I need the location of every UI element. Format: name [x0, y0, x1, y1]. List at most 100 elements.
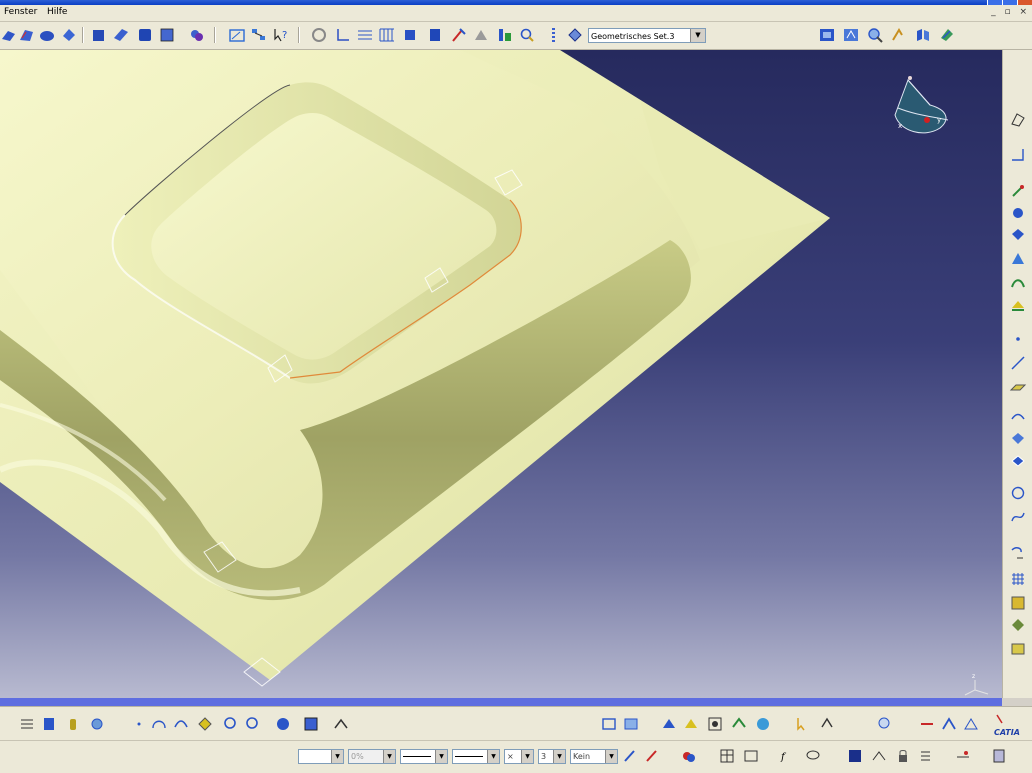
copy-format-icon[interactable]: [644, 747, 662, 765]
catalog-icon[interactable]: [302, 715, 320, 733]
parallel-curve-icon[interactable]: [1009, 452, 1027, 470]
bottle-icon[interactable]: [64, 715, 82, 733]
snap-icon[interactable]: [402, 26, 420, 44]
point-symbol-combo[interactable]: × ▼: [504, 749, 534, 764]
inspect-icon[interactable]: [88, 715, 106, 733]
comment-icon[interactable]: [804, 747, 822, 765]
point-icon[interactable]: [1009, 182, 1027, 200]
shading-icon[interactable]: [938, 26, 956, 44]
arc-icon[interactable]: [150, 715, 168, 733]
search-part-icon[interactable]: [876, 715, 894, 733]
sphere-icon[interactable]: [1009, 204, 1027, 222]
part-body-icon[interactable]: [188, 26, 206, 44]
chevron-down-icon[interactable]: ▼: [521, 750, 533, 763]
macro-icon[interactable]: [332, 715, 350, 733]
constraint-icon[interactable]: [18, 715, 36, 733]
analysis-icon[interactable]: [472, 26, 490, 44]
chevron-down-icon[interactable]: ▼: [553, 750, 565, 763]
hierarchy-icon[interactable]: [250, 26, 268, 44]
point-create-icon[interactable]: [1009, 330, 1027, 348]
hide-show-icon[interactable]: [706, 715, 724, 733]
zoom-icon[interactable]: [866, 26, 884, 44]
circle-icon[interactable]: [1009, 484, 1027, 502]
law-icon[interactable]: [870, 747, 888, 765]
tool-icon[interactable]: [450, 26, 468, 44]
cube-view-icon[interactable]: [426, 26, 444, 44]
3d-viewport[interactable]: x y z: [0, 50, 1002, 698]
render-icon[interactable]: [754, 715, 772, 733]
stamp-icon[interactable]: [40, 715, 58, 733]
line-type-combo[interactable]: ▼: [452, 749, 500, 764]
sketcher-icon[interactable]: [962, 715, 980, 733]
rotate-view-icon[interactable]: [274, 715, 292, 733]
chevron-down-icon[interactable]: ▼: [487, 750, 499, 763]
multi-view-icon[interactable]: [914, 26, 932, 44]
projection-icon[interactable]: [1009, 408, 1027, 426]
offset-icon[interactable]: [1009, 274, 1027, 292]
chevron-down-icon[interactable]: ▼: [383, 750, 395, 763]
parameter-icon[interactable]: [918, 747, 936, 765]
zoom-out-icon[interactable]: [244, 715, 262, 733]
cylinder-icon[interactable]: [1009, 226, 1027, 244]
spline-icon[interactable]: [1009, 508, 1027, 526]
list-icon[interactable]: [544, 26, 562, 44]
scale-icon[interactable]: [1009, 594, 1027, 612]
multi-select-icon[interactable]: [818, 715, 836, 733]
swap-visible-icon[interactable]: [730, 715, 748, 733]
material-icon[interactable]: [680, 747, 698, 765]
frame-icon[interactable]: [742, 747, 760, 765]
profile-icon[interactable]: [1009, 146, 1027, 164]
grid-icon[interactable]: [356, 26, 374, 44]
menu-hilfe[interactable]: Hilfe: [47, 7, 67, 17]
extrapolate-icon[interactable]: [1009, 296, 1027, 314]
dot-icon[interactable]: [130, 715, 148, 733]
sweep-icon[interactable]: [18, 26, 36, 44]
line-icon[interactable]: [1009, 354, 1027, 372]
close-surface-icon[interactable]: [136, 26, 154, 44]
zoom-in-icon[interactable]: [222, 715, 240, 733]
shade-icon[interactable]: [682, 715, 700, 733]
chevron-down-icon[interactable]: ▼: [690, 29, 705, 42]
rotate-icon[interactable]: [310, 26, 328, 44]
sew-surface-icon[interactable]: [158, 26, 176, 44]
color-combo[interactable]: ▼: [298, 749, 344, 764]
hidden-line-icon[interactable]: [622, 715, 640, 733]
formula-icon[interactable]: f: [780, 747, 798, 765]
line-thickness-combo[interactable]: ▼: [400, 749, 448, 764]
compass[interactable]: x y: [894, 76, 949, 134]
view-fit-icon[interactable]: [818, 26, 836, 44]
select-icon[interactable]: [794, 715, 812, 733]
geometric-set-icon[interactable]: [566, 26, 584, 44]
paintbrush-icon[interactable]: [622, 747, 640, 765]
transparency-combo[interactable]: 0% ▼: [348, 749, 396, 764]
layer-combo[interactable]: 3 ▼: [538, 749, 566, 764]
work-plane-icon[interactable]: [378, 26, 396, 44]
axis-system-icon[interactable]: [334, 26, 352, 44]
intersection-icon[interactable]: [1009, 430, 1027, 448]
fill-surface-icon[interactable]: [196, 715, 214, 733]
symmetry-icon[interactable]: [1009, 616, 1027, 634]
plane-icon[interactable]: [1009, 378, 1027, 396]
search-icon[interactable]: [518, 26, 536, 44]
cone-icon[interactable]: [1009, 250, 1027, 268]
menu-fenster[interactable]: Fenster: [4, 7, 37, 17]
sketch-tools-icon[interactable]: [1009, 110, 1027, 128]
normal-view-icon[interactable]: [890, 26, 908, 44]
chevron-down-icon[interactable]: ▼: [435, 750, 447, 763]
publish-icon[interactable]: [918, 715, 936, 733]
fill-icon[interactable]: [60, 26, 78, 44]
measure-icon[interactable]: [496, 26, 514, 44]
pattern-icon[interactable]: [1009, 570, 1027, 588]
layer-name-combo[interactable]: Kein ▼: [570, 749, 618, 764]
design-table-icon[interactable]: [846, 747, 864, 765]
sketch-icon[interactable]: [228, 26, 246, 44]
geometric-set-select[interactable]: Geometrisches Set.3 ▼: [588, 28, 706, 43]
thick-surface-icon[interactable]: [112, 26, 130, 44]
blend-icon[interactable]: [38, 26, 56, 44]
whats-this-icon[interactable]: ?: [272, 26, 290, 44]
shade-edges-icon[interactable]: [660, 715, 678, 733]
record-macro-icon[interactable]: [954, 747, 972, 765]
chevron-down-icon[interactable]: ▼: [331, 750, 343, 763]
solid-icon[interactable]: [90, 26, 108, 44]
wireframe-icon[interactable]: [600, 715, 618, 733]
